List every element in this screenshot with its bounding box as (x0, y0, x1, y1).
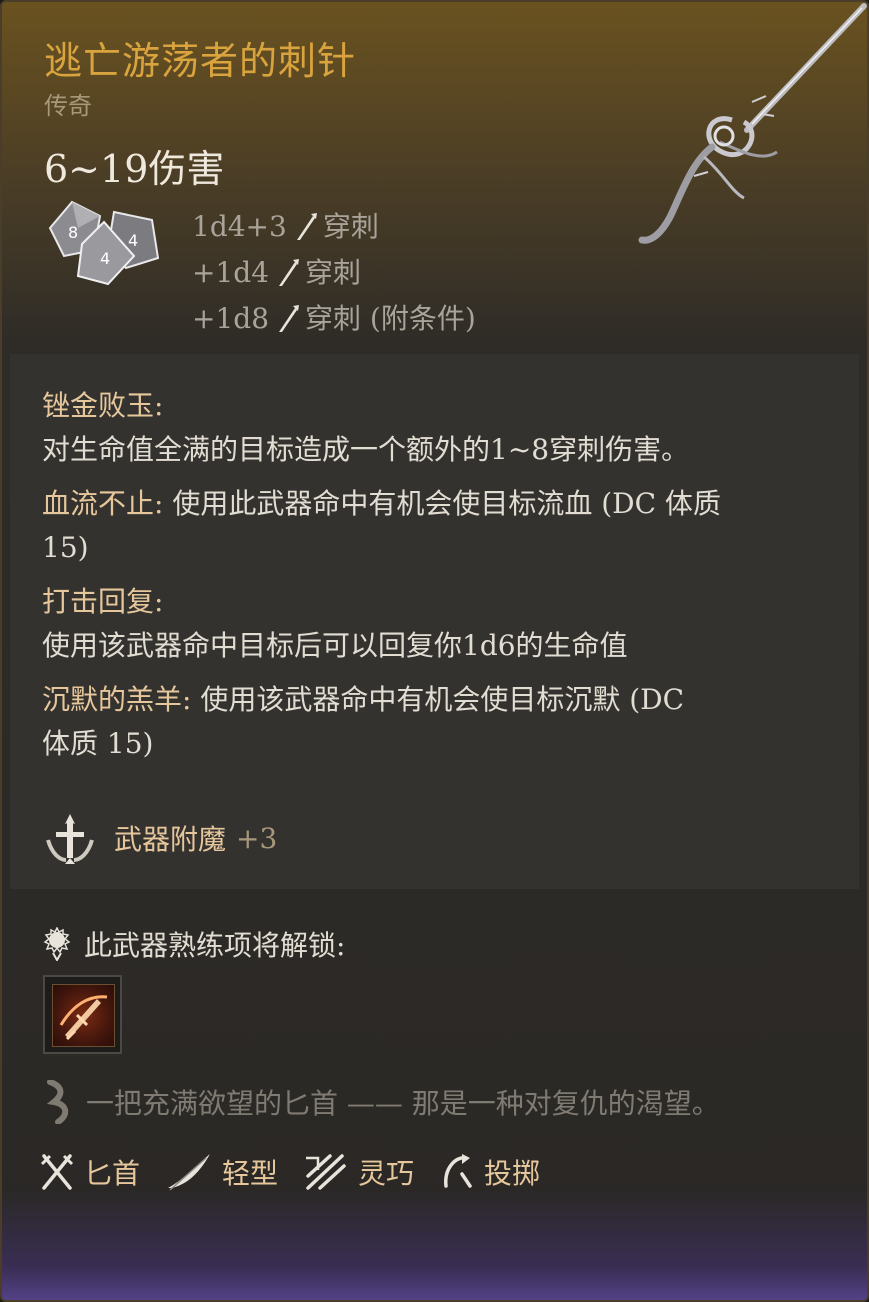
tag-finesse: 灵巧 (304, 1152, 414, 1192)
damage-dice: +1d8 (192, 302, 270, 335)
damage-breakdown: 1d4+3 穿刺 +1d4 穿刺 +1d8 穿刺 (附条件) (192, 204, 476, 342)
tag-thrown: 投掷 (440, 1152, 540, 1192)
perk: 血流不止: 使用此武器命中有机会使目标流血 (DC 体质 15) (42, 482, 742, 570)
perk: 打击回复: 使用该武器命中目标后可以回复你1d6的生命值 (42, 580, 827, 668)
damage-line: +1d8 穿刺 (附条件) (192, 296, 476, 342)
proficiency-text: 此武器熟练项将解锁: (84, 929, 346, 962)
tag-label: 轻型 (222, 1157, 279, 1190)
tag-label: 匕首 (84, 1157, 141, 1190)
perk-name: 血流不止: (42, 487, 164, 520)
enchant-value: +3 (236, 821, 278, 855)
piercing-icon (279, 259, 300, 286)
enchantment: 武器附魔 +3 (42, 810, 277, 866)
bleed-slash-icon (52, 984, 115, 1047)
dagger-art (638, 3, 867, 244)
svg-text:4: 4 (128, 231, 138, 250)
thrown-icon (444, 1154, 472, 1188)
feather-icon (168, 1154, 211, 1191)
svg-text:4: 4 (100, 249, 110, 268)
piercing-icon (296, 213, 317, 240)
damage-dice: 1d4+3 (192, 210, 287, 243)
proficiency-icon (43, 927, 71, 961)
damage-line: 1d4+3 穿刺 (192, 204, 476, 250)
perk-list: 锉金败玉: 对生命值全满的目标造成一个额外的1~8穿刺伤害。 血流不止: 使用此… (42, 384, 827, 776)
proficiency-header: 此武器熟练项将解锁: (42, 924, 345, 964)
finesse-icon (306, 1154, 346, 1190)
weapon-tags: 匕首 轻型 灵巧 投掷 (40, 1152, 566, 1192)
enchant-icon (46, 814, 94, 864)
damage-type: 穿刺 (305, 256, 362, 289)
perk-desc: 使用该武器命中目标后可以回复你1d6的生命值 (42, 629, 628, 662)
enchant-label: 武器附魔 (114, 823, 227, 856)
perk: 沉默的羔羊: 使用该武器命中有机会使目标沉默 (DC 体质 15) (42, 678, 712, 766)
perk: 锉金败玉: 对生命值全满的目标造成一个额外的1~8穿刺伤害。 (42, 384, 827, 472)
flavor-line: 一把充满欲望的匕首 —— 那是一种对复仇的渴望。 (86, 1087, 720, 1120)
damage-type: 穿刺 (附条件) (305, 302, 476, 335)
item-rarity: 传奇 (44, 92, 92, 120)
perk-name: 打击回复: (42, 585, 164, 618)
piercing-icon (279, 305, 300, 332)
flavor-text: 一把充满欲望的匕首 —— 那是一种对复仇的渴望。 (42, 1080, 720, 1124)
item-tooltip: 逃亡游荡者的刺针 传奇 6~19伤害 8 4 4 1d4+3 穿刺 +1d4 穿… (0, 0, 869, 1302)
perk-name: 锉金败玉: (42, 389, 164, 422)
tag-dagger: 匕首 (40, 1152, 140, 1192)
quill-icon (46, 1080, 69, 1124)
tag-label: 灵巧 (358, 1157, 415, 1190)
item-name: 逃亡游荡者的刺针 (44, 39, 357, 83)
tag-light: 轻型 (166, 1152, 278, 1192)
damage-line: +1d4 穿刺 (192, 250, 476, 296)
proficiency-action-slot[interactable] (43, 975, 122, 1054)
damage-total: 6~19伤害 (44, 147, 225, 191)
perk-desc: 对生命值全满的目标造成一个额外的1~8穿刺伤害。 (42, 433, 690, 466)
tag-label: 投掷 (484, 1157, 541, 1190)
svg-text:8: 8 (68, 223, 78, 242)
crossed-daggers-icon (40, 1154, 74, 1190)
bottom-glow (2, 1190, 867, 1300)
perk-name: 沉默的羔羊: (42, 683, 192, 716)
damage-dice: +1d4 (192, 256, 270, 289)
damage-type: 穿刺 (322, 210, 379, 243)
dice-icon: 8 4 4 (48, 200, 160, 286)
